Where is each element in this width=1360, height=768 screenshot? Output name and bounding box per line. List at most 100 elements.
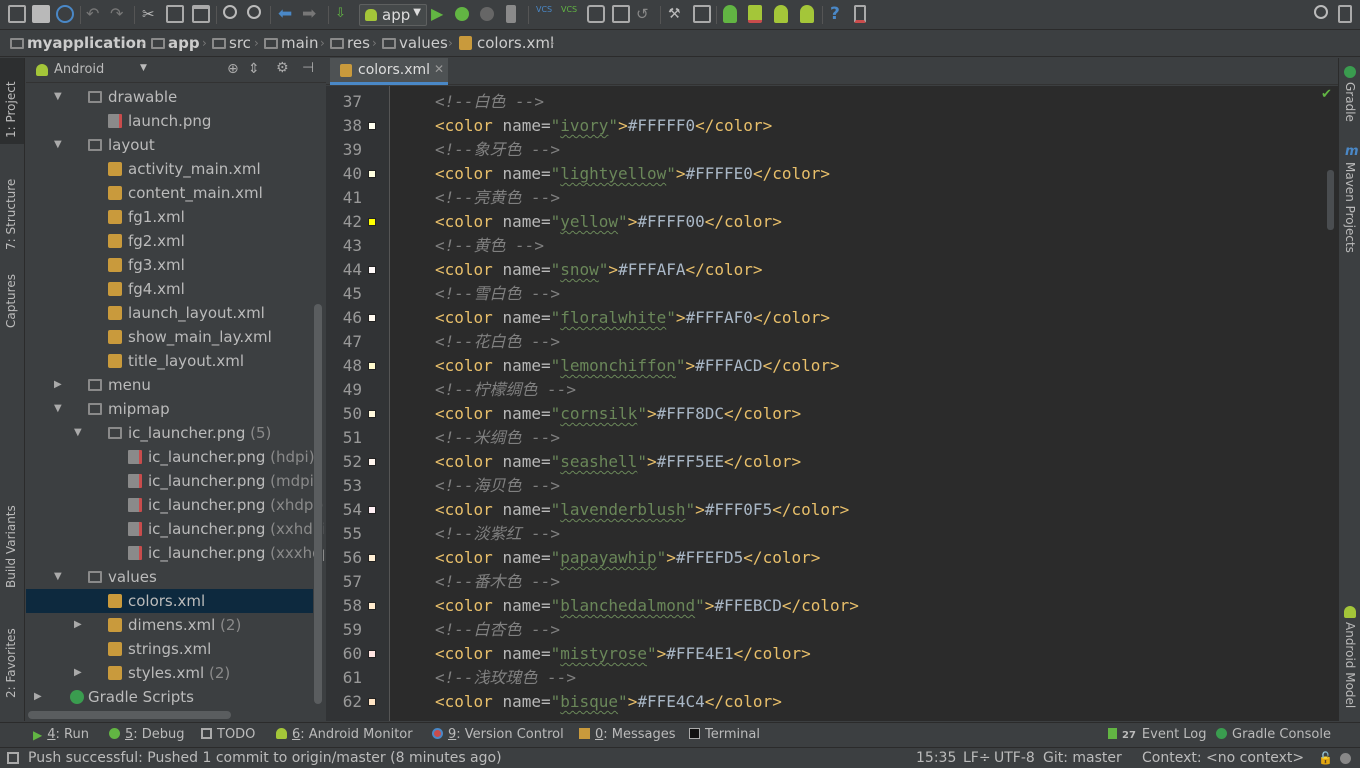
color-swatch-icon[interactable] xyxy=(368,506,376,514)
color-swatch-icon[interactable] xyxy=(368,554,376,562)
layout-icon[interactable] xyxy=(1338,5,1352,23)
status-message[interactable]: Push successful: Pushed 1 commit to orig… xyxy=(28,750,502,766)
tree-item[interactable]: ▶ styles.xml (2) xyxy=(26,661,313,685)
code-line[interactable]: <color name="lavenderblush">#FFF0F5</col… xyxy=(435,498,849,522)
breadcrumb-item-colors-xml[interactable]: colors.xml xyxy=(459,34,554,52)
code-line[interactable]: <color name="snow">#FFFAFA</color> xyxy=(435,258,763,282)
tree-item[interactable]: launch_layout.xml xyxy=(26,301,313,325)
color-swatch-icon[interactable] xyxy=(368,314,376,322)
tree-item[interactable]: ▶ menu xyxy=(26,373,313,397)
tool-version-control[interactable]: 9: Version Control xyxy=(432,727,564,742)
tool-tab-structure[interactable]: 7: Structure xyxy=(4,160,18,250)
tool-tab-gradle[interactable]: Gradle xyxy=(1343,82,1357,122)
collapsed-arrow-icon[interactable]: ▶ xyxy=(74,613,84,637)
vcs-commit-icon[interactable]: VCS xyxy=(561,5,579,23)
tool-terminal[interactable]: Terminal xyxy=(689,727,760,742)
scroll-from-source-icon[interactable]: ⊕ xyxy=(227,61,239,77)
code-line[interactable]: <color name="lightyellow">#FFFFE0</color… xyxy=(435,162,830,186)
vcs-compare-icon[interactable] xyxy=(612,5,630,23)
tool-tab-favorites[interactable]: 2: Favorites xyxy=(4,626,18,698)
color-swatch-icon[interactable] xyxy=(368,362,376,370)
tool-windows-icon[interactable] xyxy=(7,752,19,764)
attach-icon[interactable] xyxy=(480,7,494,21)
code-line[interactable]: <!--浅玫瑰色 --> xyxy=(435,666,576,690)
inspector-icon[interactable] xyxy=(1340,753,1351,764)
collapsed-arrow-icon[interactable]: ▶ xyxy=(74,661,84,685)
tool-tab-android-model[interactable]: Android Model xyxy=(1343,622,1357,708)
hide-panel-icon[interactable]: ⊣ xyxy=(302,60,314,76)
lock-icon[interactable]: 🔓 xyxy=(1318,751,1333,765)
color-swatch-icon[interactable] xyxy=(368,698,376,706)
tree-item[interactable]: fg4.xml xyxy=(26,277,313,301)
run-icon[interactable]: ▶ xyxy=(431,5,449,23)
code-line[interactable]: <color name="cornsilk">#FFF8DC</color> xyxy=(435,402,801,426)
tree-item[interactable]: ▼ ic_launcher.png (5) xyxy=(26,421,313,445)
code-line[interactable]: <color name="lemonchiffon">#FFFACD</colo… xyxy=(435,354,840,378)
breadcrumb-item-src[interactable]: src xyxy=(212,34,251,52)
android-device-monitor-icon[interactable] xyxy=(748,5,762,23)
back-icon[interactable]: ⬅ xyxy=(278,5,296,23)
forward-icon[interactable]: ➡ xyxy=(302,5,320,23)
line-separator[interactable]: LF÷ xyxy=(963,750,991,766)
search-everywhere-icon[interactable] xyxy=(1314,5,1328,19)
file-encoding[interactable]: UTF-8 xyxy=(994,750,1035,766)
breadcrumb-item-main[interactable]: main xyxy=(264,34,318,52)
run-configuration-select[interactable]: app ▼ xyxy=(359,4,427,26)
tree-item[interactable]: strings.xml xyxy=(26,637,313,661)
project-tree-scrollbar[interactable] xyxy=(314,304,322,704)
code-line[interactable]: <color name="blanchedalmond">#FFEBCD</co… xyxy=(435,594,859,618)
save-icon[interactable] xyxy=(32,5,50,23)
code-line[interactable]: <color name="ivory">#FFFFF0</color> xyxy=(435,114,772,138)
code-line[interactable]: <color name="seashell">#FFF5EE</color> xyxy=(435,450,801,474)
tool-debug[interactable]: 5: Debug xyxy=(109,727,185,742)
code-line[interactable]: <!--亮黄色 --> xyxy=(435,186,560,210)
expanded-arrow-icon[interactable]: ▼ xyxy=(54,85,64,109)
avd-manager-icon[interactable] xyxy=(723,5,737,23)
collapsed-arrow-icon[interactable]: ▶ xyxy=(54,373,64,397)
breadcrumb-item-values[interactable]: values xyxy=(382,34,448,52)
gear-icon[interactable]: ⚙ xyxy=(276,60,289,76)
caret-position[interactable]: 15:35 xyxy=(916,750,956,766)
editor-tab-colors-xml[interactable]: colors.xml ✕ xyxy=(330,58,448,85)
open-icon[interactable] xyxy=(8,5,26,23)
code-line[interactable]: <!--柠檬绸色 --> xyxy=(435,378,576,402)
tool-tab-maven-projects[interactable]: Maven Projects xyxy=(1343,162,1357,253)
code-line[interactable]: <color name="mistyrose">#FFE4E1</color> xyxy=(435,642,811,666)
tree-item[interactable]: fg1.xml xyxy=(26,205,313,229)
expanded-arrow-icon[interactable]: ▼ xyxy=(54,565,64,589)
coverage-icon[interactable] xyxy=(506,5,516,23)
redo-icon[interactable]: ↷ xyxy=(110,5,128,23)
code-line[interactable]: <color name="papayawhip">#FFEFD5</color> xyxy=(435,546,820,570)
collapsed-arrow-icon[interactable]: ▶ xyxy=(34,685,44,709)
code-line[interactable]: <!--白色 --> xyxy=(435,90,544,114)
close-icon[interactable]: ✕ xyxy=(434,62,444,76)
tool-run[interactable]: ▶ 4: Run xyxy=(33,727,89,742)
android-icon[interactable] xyxy=(774,5,788,23)
tree-item[interactable]: colors.xml xyxy=(26,589,313,613)
vcs-update-icon[interactable]: VCS xyxy=(536,5,554,23)
android-icon[interactable] xyxy=(800,5,814,23)
color-swatch-icon[interactable] xyxy=(368,122,376,130)
tree-item[interactable]: ▼ values xyxy=(26,565,313,589)
breadcrumb-item-myapplication[interactable]: myapplication xyxy=(10,34,147,52)
context-selector[interactable]: Context: <no context> xyxy=(1142,750,1304,766)
tool-tab-captures[interactable]: Captures xyxy=(4,268,18,328)
cut-icon[interactable]: ✂ xyxy=(142,5,160,23)
editor-scrollbar[interactable] xyxy=(1327,170,1334,230)
code-line[interactable]: <!--海贝色 --> xyxy=(435,474,560,498)
tree-item[interactable]: fg2.xml xyxy=(26,229,313,253)
paste-icon[interactable] xyxy=(192,5,210,23)
make-icon[interactable]: ⇩ xyxy=(335,5,353,23)
tree-item[interactable]: ic_launcher.png (xxxhdp xyxy=(26,541,324,565)
code-line[interactable]: <!--淡紫红 --> xyxy=(435,522,560,546)
code-line[interactable]: <!--花白色 --> xyxy=(435,330,560,354)
code-editor[interactable]: <!--白色 --> <color name="ivory">#FFFFF0</c… xyxy=(390,86,1338,721)
help-icon[interactable]: ? xyxy=(830,5,848,23)
breadcrumb-item-app[interactable]: app xyxy=(151,34,200,52)
color-swatch-icon[interactable] xyxy=(368,650,376,658)
device-icon[interactable] xyxy=(854,5,866,23)
expanded-arrow-icon[interactable]: ▼ xyxy=(54,133,64,157)
expanded-arrow-icon[interactable]: ▼ xyxy=(74,421,84,445)
vcs-history-icon[interactable] xyxy=(587,5,605,23)
project-structure-icon[interactable] xyxy=(693,5,711,23)
